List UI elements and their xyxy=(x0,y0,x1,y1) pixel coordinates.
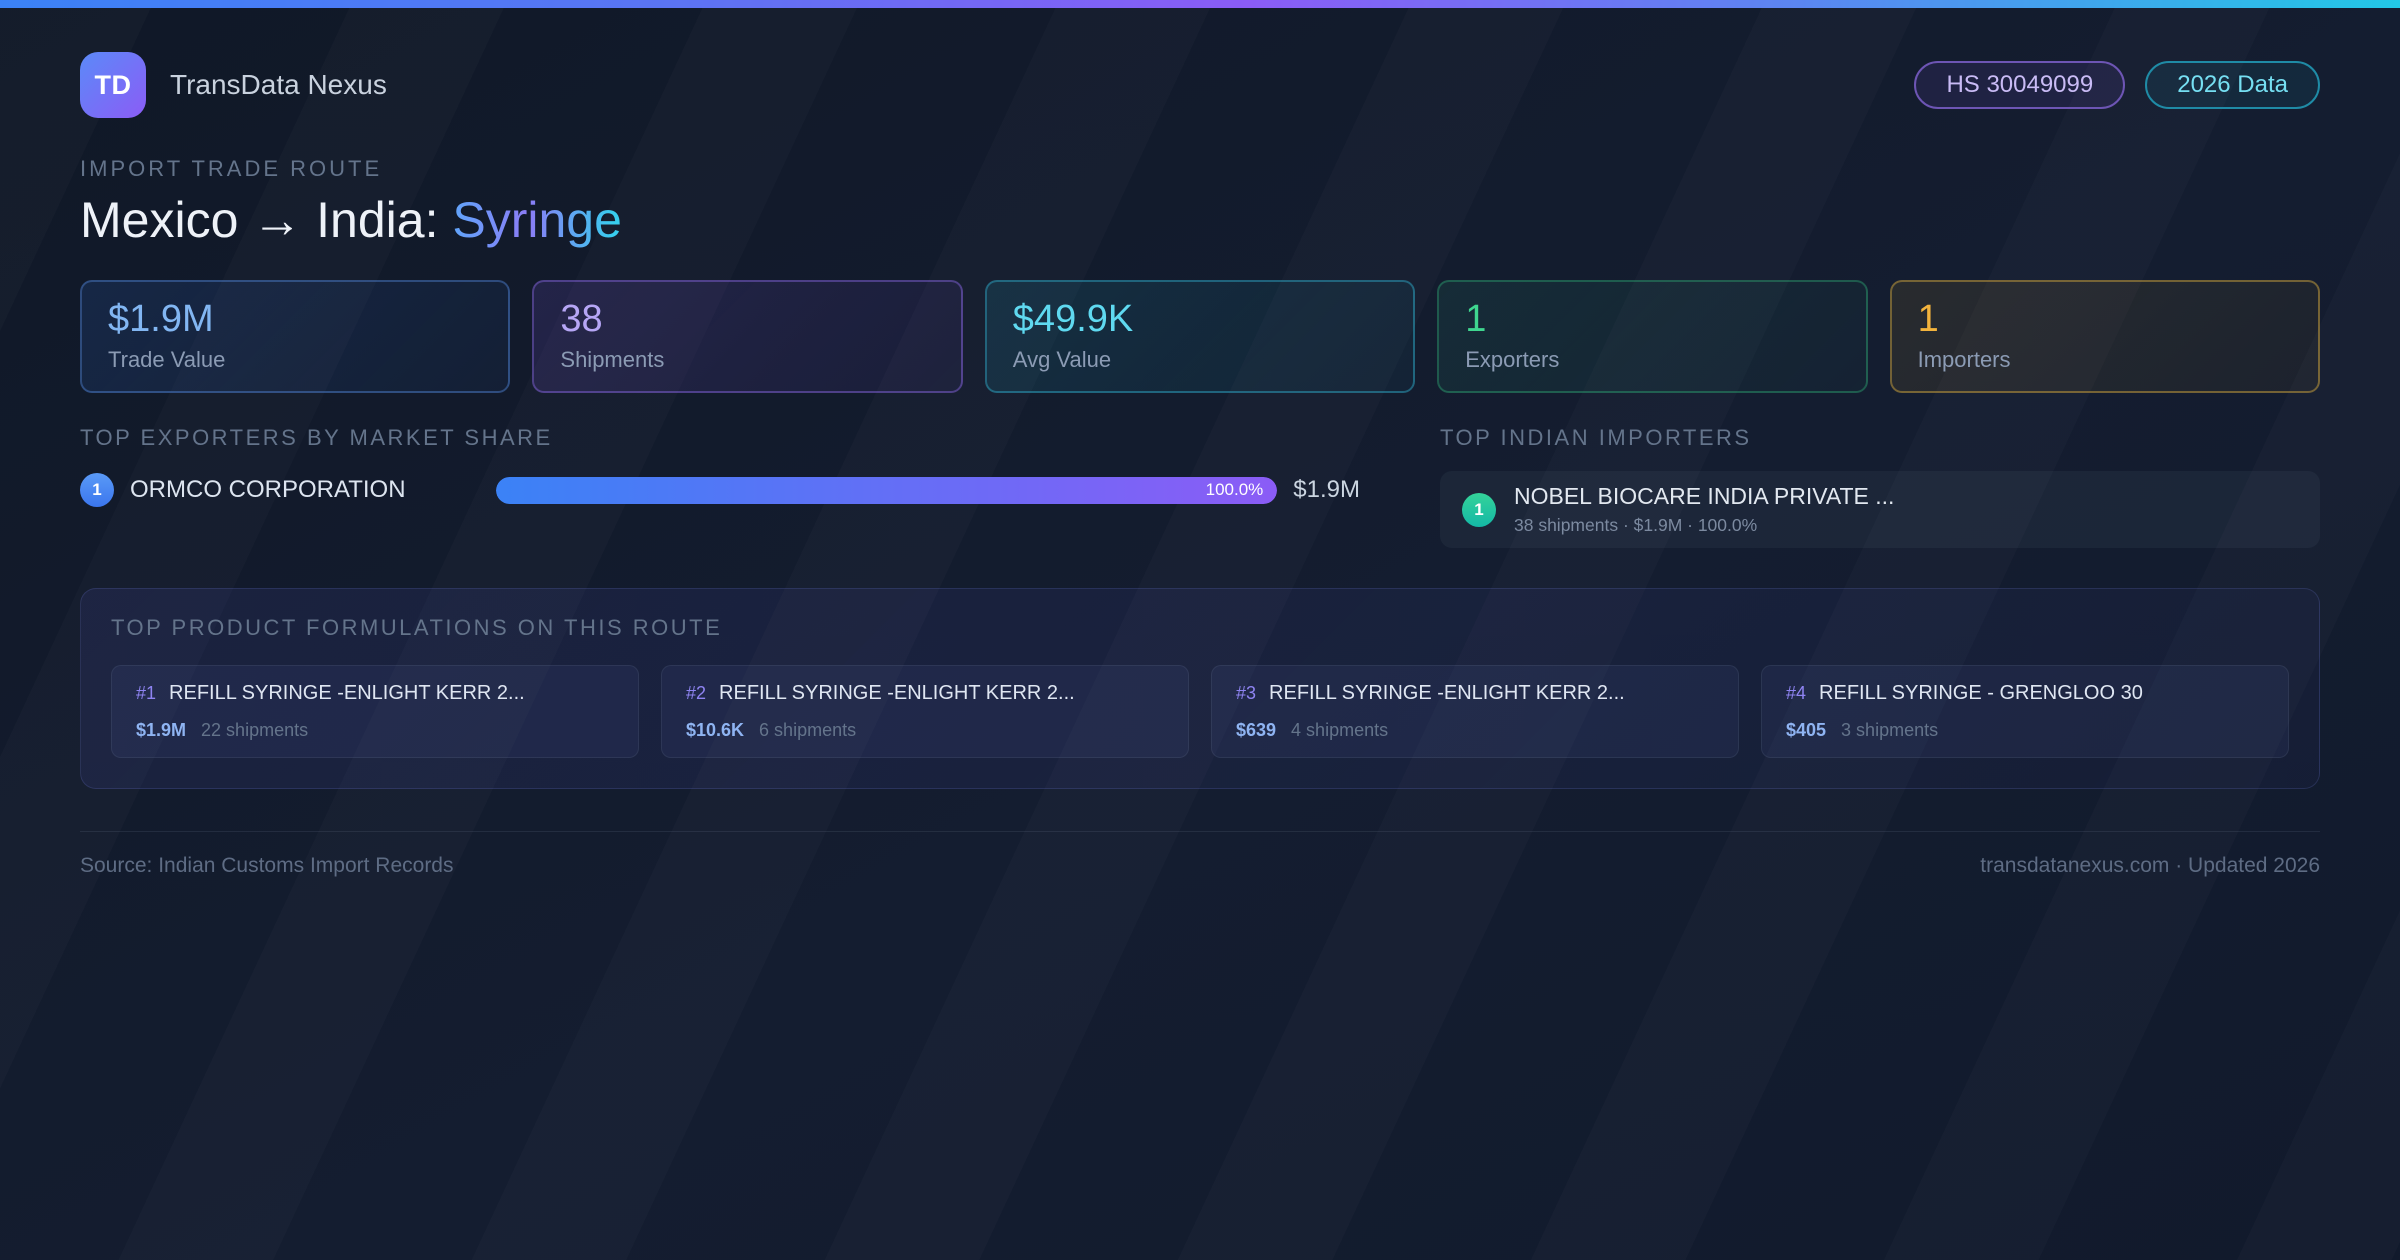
route-eyebrow: IMPORT TRADE ROUTE xyxy=(80,156,383,181)
formulation-name: REFILL SYRINGE -ENLIGHT KERR 2... xyxy=(169,682,525,705)
exporter-rank-badge: 1 xyxy=(80,473,114,508)
formulation-stats-row: $10.6K 6 shipments xyxy=(686,720,1164,741)
formulation-card-4[interactable]: #4 REFILL SYRINGE - GRENGLOO 30 $405 3 s… xyxy=(1761,665,2289,759)
formulation-name: REFILL SYRINGE - GRENGLOO 30 xyxy=(1819,682,2143,705)
app-title: TransData Nexus xyxy=(170,69,387,100)
formulation-card-1[interactable]: #1 REFILL SYRINGE -ENLIGHT KERR 2... $1.… xyxy=(111,665,639,759)
stat-label: Exporters xyxy=(1465,347,1560,373)
exporter-name: ORMCO CORPORATION xyxy=(130,476,406,504)
importer-details: 38 shipments · $1.9M · 100.0% xyxy=(1514,515,1758,536)
stat-label: Trade Value xyxy=(108,347,226,373)
formulation-name: REFILL SYRINGE -ENLIGHT KERR 2... xyxy=(719,682,1075,705)
app-logo-text: TD xyxy=(94,69,132,100)
stats-row: $1.9M Trade Value 38 Shipments $49.9K Av… xyxy=(80,279,2320,394)
stat-card-exporters: 1 Exporters xyxy=(1437,279,1868,394)
lists-section: TOP EXPORTERS BY MARKET SHARE 1 ORMCO CO… xyxy=(80,425,2320,549)
page-title: Mexico → India: Syringe xyxy=(80,192,2320,250)
stat-label: Avg Value xyxy=(1012,347,1112,373)
stat-label: Shipments xyxy=(560,347,665,373)
footer: Source: Indian Customs Import Records tr… xyxy=(80,831,2320,878)
header-badges: HS 30049099 2026 Data xyxy=(1914,61,2320,109)
formulation-value: $1.9M xyxy=(136,720,187,741)
footer-source: Source: Indian Customs Import Records xyxy=(80,854,454,878)
top-exporters-section: TOP EXPORTERS BY MARKET SHARE 1 ORMCO CO… xyxy=(80,425,1360,548)
formulations-panel: TOP PRODUCT FORMULATIONS ON THIS ROUTE #… xyxy=(80,588,2320,790)
footer-site-link[interactable]: transdatanexus.com · Updated 2026 xyxy=(1980,854,2320,878)
top-importers-section: TOP INDIAN IMPORTERS 1 NOBEL BIOCARE IND… xyxy=(1440,425,2320,549)
hs-code-badge[interactable]: HS 30049099 xyxy=(1914,61,2126,109)
year-data-badge[interactable]: 2026 Data xyxy=(2145,61,2320,109)
page: TD TransData Nexus HS 30049099 2026 Data… xyxy=(0,52,2400,878)
formulation-value: $405 xyxy=(1786,720,1827,741)
formulation-rank: #3 xyxy=(1236,683,1257,704)
stat-value: $49.9K xyxy=(1012,297,1134,340)
formulation-title-row: #3 REFILL SYRINGE -ENLIGHT KERR 2... xyxy=(1236,682,1714,705)
exporters-heading: TOP EXPORTERS BY MARKET SHARE xyxy=(80,425,553,451)
market-share-percent: 100.0% xyxy=(1205,480,1264,500)
formulation-stats-row: $405 3 shipments xyxy=(1786,720,2264,741)
importer-info: NOBEL BIOCARE INDIA PRIVATE ... 38 shipm… xyxy=(1514,483,1894,536)
exporter-value: $1.9M xyxy=(1293,476,1360,504)
exporter-row[interactable]: 1 ORMCO CORPORATION 100.0% $1.9M xyxy=(80,473,1360,508)
page-title-product: Syringe xyxy=(452,192,622,248)
formulation-rank: #2 xyxy=(686,683,707,704)
formulation-shipments: 22 shipments xyxy=(201,720,309,741)
formulation-stats-row: $639 4 shipments xyxy=(1236,720,1714,741)
formulation-value: $639 xyxy=(1236,720,1277,741)
formulation-card-3[interactable]: #3 REFILL SYRINGE -ENLIGHT KERR 2... $63… xyxy=(1211,665,1739,759)
formulation-shipments: 6 shipments xyxy=(759,720,857,741)
importers-heading: TOP INDIAN IMPORTERS xyxy=(1440,425,1752,451)
importer-rank-badge: 1 xyxy=(1462,492,1496,527)
stat-value: 38 xyxy=(560,297,603,340)
stat-value: 1 xyxy=(1465,297,1487,340)
stat-value: 1 xyxy=(1917,297,1939,340)
importer-row[interactable]: 1 NOBEL BIOCARE INDIA PRIVATE ... 38 shi… xyxy=(1440,471,2320,549)
formulations-grid: #1 REFILL SYRINGE -ENLIGHT KERR 2... $1.… xyxy=(111,665,2289,759)
formulations-heading: TOP PRODUCT FORMULATIONS ON THIS ROUTE xyxy=(111,615,723,641)
stat-value: $1.9M xyxy=(108,297,214,340)
formulation-shipments: 3 shipments xyxy=(1841,720,1939,741)
page-title-main: Mexico → India: xyxy=(80,192,439,248)
app-logo: TD xyxy=(80,52,146,118)
formulation-title-row: #4 REFILL SYRINGE - GRENGLOO 30 xyxy=(1786,682,2264,705)
formulation-rank: #4 xyxy=(1786,683,1807,704)
stat-card-importers: 1 Importers xyxy=(1889,279,2320,394)
formulation-value: $10.6K xyxy=(686,720,745,741)
formulation-stats-row: $1.9M 22 shipments xyxy=(136,720,614,741)
header: TD TransData Nexus HS 30049099 2026 Data xyxy=(80,52,2320,118)
formulation-shipments: 4 shipments xyxy=(1291,720,1389,741)
formulation-card-2[interactable]: #2 REFILL SYRINGE -ENLIGHT KERR 2... $10… xyxy=(661,665,1189,759)
market-share-bar: 100.0% xyxy=(496,476,1278,504)
market-share-bar-track: 100.0% xyxy=(496,476,1278,504)
top-accent-bar xyxy=(0,0,2400,8)
importer-name: NOBEL BIOCARE INDIA PRIVATE ... xyxy=(1514,483,1895,510)
formulation-rank: #1 xyxy=(136,683,157,704)
formulation-title-row: #1 REFILL SYRINGE -ENLIGHT KERR 2... xyxy=(136,682,614,705)
stat-label: Importers xyxy=(1917,347,2011,373)
stat-card-trade-value: $1.9M Trade Value xyxy=(80,279,511,394)
formulation-name: REFILL SYRINGE -ENLIGHT KERR 2... xyxy=(1269,682,1625,705)
stat-card-shipments: 38 Shipments xyxy=(532,279,963,394)
formulation-title-row: #2 REFILL SYRINGE -ENLIGHT KERR 2... xyxy=(686,682,1164,705)
stat-card-avg-value: $49.9K Avg Value xyxy=(984,279,1416,394)
